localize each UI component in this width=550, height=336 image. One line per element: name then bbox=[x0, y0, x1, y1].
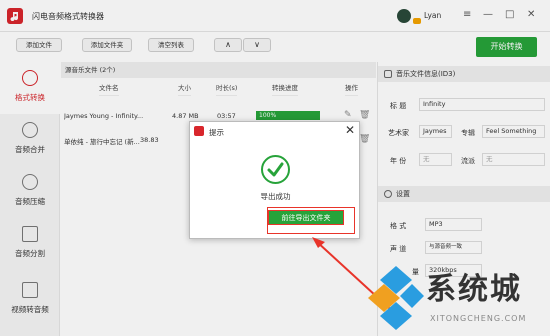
watermark: 系统城 XITONGCHENG.COM bbox=[366, 262, 550, 336]
watermark-text: 系统城 bbox=[426, 272, 522, 307]
watermark-subtext: XITONGCHENG.COM bbox=[430, 314, 527, 323]
watermark-logo-icon bbox=[368, 266, 424, 330]
